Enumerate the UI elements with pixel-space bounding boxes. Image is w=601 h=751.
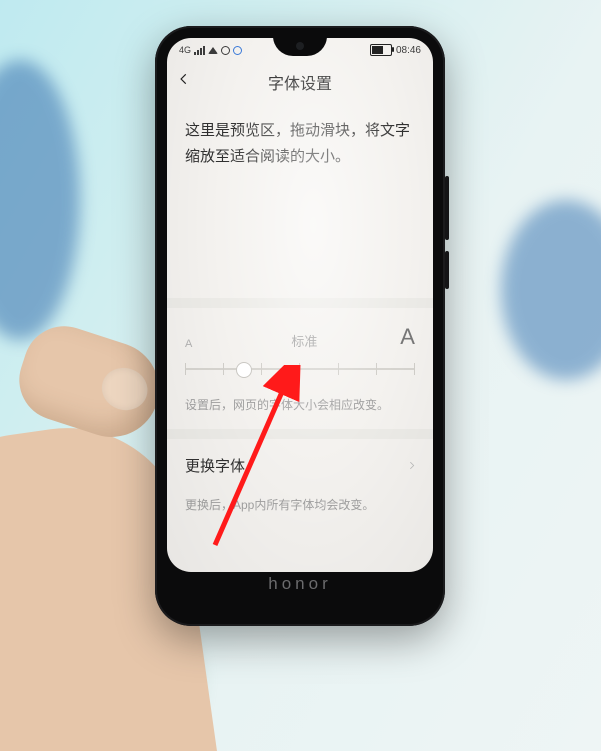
change-font-row[interactable]: 更换字体 bbox=[167, 439, 433, 492]
slider-hint: 设置后，网页的字体大小会相应改变。 bbox=[167, 390, 433, 429]
signal-icon bbox=[194, 46, 205, 55]
section-divider bbox=[167, 298, 433, 308]
font-preview-area: 这里是预览区，拖动滑块，将文字缩放至适合阅读的大小。 bbox=[167, 104, 433, 298]
photo-canvas: 4G 08:46 字体设置 这里是预览 bbox=[0, 0, 601, 751]
page-title: 字体设置 bbox=[268, 70, 332, 94]
clock: 08:46 bbox=[396, 45, 421, 56]
chevron-left-icon bbox=[177, 72, 191, 86]
phone-screen: 4G 08:46 字体设置 这里是预览 bbox=[167, 38, 433, 572]
battery-icon bbox=[370, 44, 392, 56]
network-label: 4G bbox=[179, 45, 191, 55]
nav-bar: 字体设置 bbox=[167, 60, 433, 104]
slider-label-small: A bbox=[185, 338, 192, 350]
wifi-icon bbox=[208, 47, 218, 54]
power-button bbox=[445, 251, 449, 289]
section-divider bbox=[167, 429, 433, 439]
font-size-slider-section: A 标准 A bbox=[167, 308, 433, 390]
back-button[interactable] bbox=[177, 72, 197, 92]
change-font-label: 更换字体 bbox=[185, 455, 245, 476]
volume-button bbox=[445, 176, 449, 240]
font-size-slider[interactable] bbox=[185, 354, 415, 384]
phone-brand: honor bbox=[155, 574, 445, 614]
status-indicator-icon bbox=[221, 46, 230, 55]
preview-text: 这里是预览区，拖动滑块，将文字缩放至适合阅读的大小。 bbox=[185, 122, 410, 165]
background-blob bbox=[501, 200, 601, 380]
slider-label-large: A bbox=[400, 324, 415, 350]
background-blob bbox=[0, 60, 80, 340]
slider-label-standard: 标准 bbox=[291, 331, 317, 350]
chevron-right-icon bbox=[407, 457, 417, 474]
slider-thumb[interactable] bbox=[236, 362, 252, 378]
phone-body: 4G 08:46 字体设置 这里是预览 bbox=[155, 26, 445, 626]
status-indicator-icon bbox=[233, 46, 242, 55]
change-font-hint: 更换后，App内所有字体均会改变。 bbox=[167, 492, 433, 531]
